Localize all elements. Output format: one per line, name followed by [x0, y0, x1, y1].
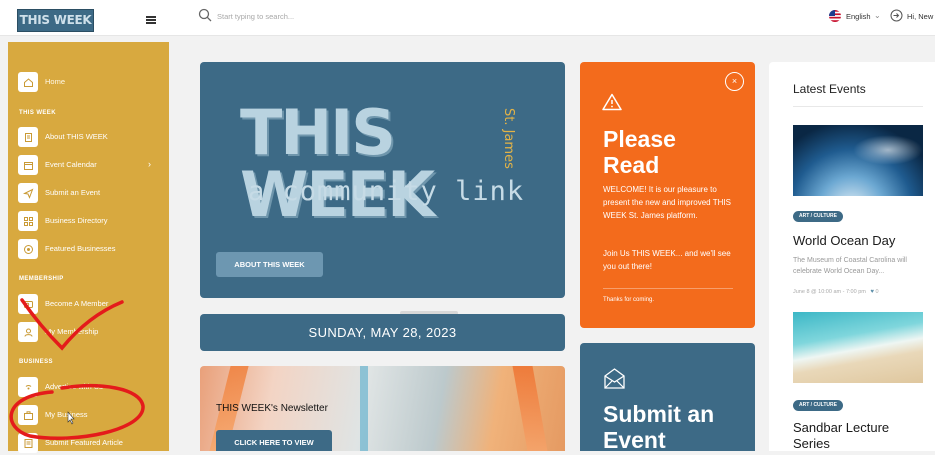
sidebar-item-label: Submit an Event — [45, 188, 101, 197]
please-read-footer: Thanks for coming. — [603, 297, 655, 303]
sidebar-item-advertise[interactable]: Advertise with Us — [8, 377, 169, 399]
newsletter-card[interactable]: THIS WEEK's Newsletter CLICK HERE TO VIE… — [200, 366, 565, 451]
sidebar-item-label: Business Directory — [45, 216, 108, 225]
newsletter-image-decor — [512, 366, 548, 451]
event-image-beach[interactable] — [793, 312, 923, 383]
sidebar: Home THIS WEEK About THIS WEEK Event Cal… — [8, 42, 169, 453]
sidebar-item-my-membership[interactable]: My Membership — [8, 322, 169, 344]
broadcast-icon — [18, 377, 38, 397]
divider — [603, 288, 733, 289]
event-description: The Museum of Coastal Carolina will cele… — [793, 257, 907, 275]
user-icon — [18, 322, 38, 342]
sidebar-item-label: Event Calendar — [45, 160, 97, 169]
view-newsletter-button[interactable]: CLICK HERE TO VIEW — [216, 430, 332, 451]
submit-event-title: Submit an Event — [603, 401, 715, 453]
please-read-card: × Please Read WELCOME! It is our pleasur… — [580, 62, 755, 328]
event-meta: June 8 @ 10:00 am - 7:00 pm ♥ 0 — [793, 289, 879, 295]
newsletter-image-decor — [360, 366, 368, 451]
sidebar-item-become-member[interactable]: Become A Member — [8, 294, 169, 316]
sidebar-item-label: Home — [45, 77, 66, 86]
sidebar-item-label: Become A Member — [45, 299, 109, 308]
event-title[interactable]: Sandbar Lecture Series — [793, 420, 928, 452]
chevron-right-icon[interactable]: › — [148, 159, 151, 169]
sidebar-item-submit-event[interactable]: Submit an Event — [8, 183, 169, 205]
site-logo[interactable]: THIS WEEK — [17, 9, 94, 32]
about-button[interactable]: ABOUT THIS WEEK — [216, 252, 323, 277]
event-title[interactable]: World Ocean Day — [793, 233, 928, 249]
sidebar-item-label: My Membership — [45, 327, 99, 336]
briefcase-icon — [18, 405, 38, 425]
mail-icon — [604, 368, 625, 389]
menu-toggle-icon[interactable] — [146, 16, 156, 24]
sidebar-item-submit-article[interactable]: Submit Featured Article — [8, 433, 169, 455]
please-read-message: Join Us THIS WEEK... and we'll see you o… — [603, 249, 731, 271]
hero-tagline: St. James — [501, 108, 516, 169]
category-badge[interactable]: ART / CULTURE — [793, 211, 843, 222]
event-image-earth[interactable] — [793, 125, 923, 196]
hero-logo-title: THIS WEEK — [240, 96, 435, 231]
language-selector[interactable]: English — [846, 12, 871, 21]
sidebar-item-home[interactable]: Home — [8, 72, 169, 94]
close-icon[interactable]: × — [725, 72, 744, 91]
category-badge[interactable]: ART / CULTURE — [793, 400, 843, 411]
event-time: June 8 @ 10:00 am - 7:00 pm — [793, 289, 866, 295]
chevron-down-icon[interactable]: ⌄ — [874, 11, 881, 20]
sidebar-item-label: Submit Featured Article — [45, 438, 123, 447]
warning-icon — [602, 93, 622, 111]
sidebar-item-label: Featured Businesses — [45, 244, 116, 253]
hero-subtitle: a community link — [248, 176, 525, 207]
home-icon — [18, 72, 38, 92]
search-icon[interactable] — [198, 8, 212, 22]
user-greeting[interactable]: Hi, New — [907, 12, 933, 21]
member-card-icon — [18, 294, 38, 314]
latest-events-heading: Latest Events — [793, 82, 866, 96]
please-read-message: WELCOME! It is our pleasure to present t… — [603, 185, 731, 220]
us-flag-icon[interactable] — [829, 10, 841, 22]
sidebar-section-business: BUSINESS — [19, 359, 53, 365]
sidebar-item-featured-businesses[interactable]: Featured Businesses — [8, 239, 169, 261]
sidebar-section-this-week: THIS WEEK — [19, 110, 56, 116]
sidebar-item-about[interactable]: About THIS WEEK — [8, 127, 169, 149]
heart-icon[interactable]: ♥ — [870, 289, 874, 295]
divider — [793, 106, 923, 107]
calendar-icon — [18, 155, 38, 175]
date-bar: SUNDAY, MAY 28, 2023 — [200, 314, 565, 351]
sidebar-section-membership: MEMBERSHIP — [19, 276, 64, 282]
like-count: 0 — [875, 289, 879, 295]
sidebar-item-label: My Business — [45, 410, 88, 419]
newsletter-title: THIS WEEK's Newsletter — [216, 403, 328, 414]
sidebar-item-my-business[interactable]: My Business — [8, 405, 169, 427]
send-icon — [18, 183, 38, 203]
article-icon — [18, 433, 38, 453]
search-input[interactable] — [217, 9, 517, 23]
sidebar-item-event-calendar[interactable]: Event Calendar › — [8, 155, 169, 177]
latest-events-panel: Latest Events ART / CULTURE World Ocean … — [769, 62, 935, 451]
hero-banner: THIS WEEK St. James a community link ABO… — [200, 62, 565, 298]
document-icon — [18, 127, 38, 147]
sidebar-item-label: About THIS WEEK — [45, 132, 108, 141]
top-bar: THIS WEEK English ⌄ Hi, New — [0, 0, 935, 36]
star-badge-icon — [18, 239, 38, 259]
sidebar-item-label: Advertise with Us — [45, 382, 103, 391]
submit-event-card[interactable]: Submit an Event — [580, 343, 755, 453]
please-read-title: Please Read — [603, 126, 676, 178]
login-icon[interactable] — [890, 9, 903, 22]
sidebar-item-business-directory[interactable]: Business Directory — [8, 211, 169, 233]
directory-icon — [18, 211, 38, 231]
